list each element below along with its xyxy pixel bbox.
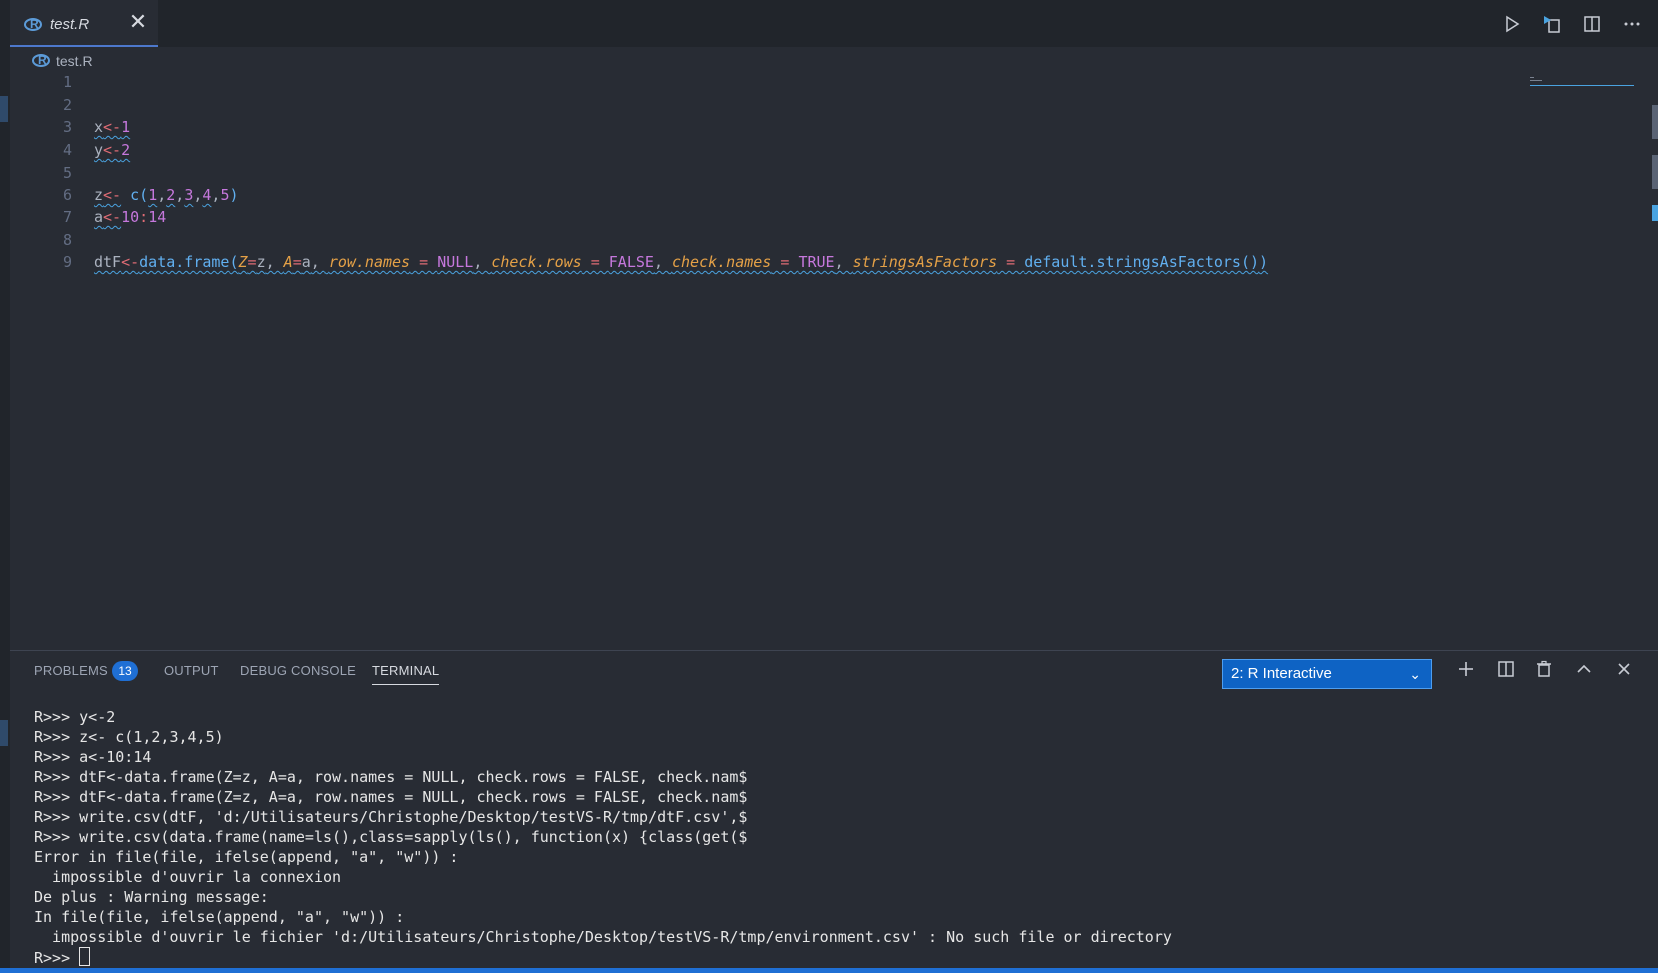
line-number: 8 <box>62 231 72 249</box>
new-terminal-icon[interactable] <box>1454 660 1478 684</box>
code-line: 6 z<- c(1,2,3,4,5) <box>10 183 1590 207</box>
bottom-panel: PROBLEMS 13 OUTPUT DEBUG CONSOLE TERMINA… <box>10 650 1658 973</box>
terminal-line: R>>> y<-2 <box>34 708 116 726</box>
code-line: 1 <box>10 70 1590 94</box>
scroll-thumb[interactable] <box>1652 105 1658 139</box>
token: a<- <box>94 208 122 226</box>
line-number: 6 <box>62 186 72 204</box>
activity-strip <box>0 0 10 973</box>
line-number: 9 <box>62 253 72 271</box>
split-editor-icon[interactable] <box>1578 10 1606 38</box>
terminal-line: R>>> a<-10:14 <box>34 748 152 766</box>
line-number: 5 <box>62 164 72 182</box>
tab-test-r[interactable]: test.R ✕ <box>10 0 158 47</box>
breadcrumb-file[interactable]: test.R <box>56 53 93 69</box>
code-line: 4 y<-2 <box>10 138 1590 162</box>
line-number: 7 <box>62 208 72 226</box>
terminal-line: impossible d'ouvrir le fichier 'd:/Utili… <box>34 928 1172 946</box>
terminal-line: R>>> z<- c(1,2,3,4,5) <box>34 728 224 746</box>
terminal-line: In file(file, ifelse(append, "a", "w")) … <box>34 908 405 926</box>
chevron-down-icon: ⌄ <box>1409 666 1421 682</box>
problems-count-badge: 13 <box>112 661 138 681</box>
terminal-select-value: 2: R Interactive <box>1231 665 1332 682</box>
token: y <box>94 141 104 159</box>
run-file-icon[interactable] <box>1538 10 1566 38</box>
code-text: dtF<-data.frame(Z=z, A=a, row.names = NU… <box>94 253 1269 271</box>
terminal-line: De plus : Warning message: <box>34 888 269 906</box>
line-number: 4 <box>62 141 72 159</box>
token: c <box>130 186 140 204</box>
token: z<- <box>94 186 122 204</box>
code-line: 5 <box>10 161 1590 185</box>
vertical-scrollbar[interactable] <box>1650 75 1658 650</box>
trash-icon[interactable] <box>1532 660 1556 684</box>
line-number: 3 <box>62 118 72 136</box>
chevron-up-icon[interactable] <box>1572 660 1596 684</box>
terminal-output[interactable]: R>>> y<-2 R>>> z<- c(1,2,3,4,5) R>>> a<-… <box>34 707 1634 967</box>
tab-problems[interactable]: PROBLEMS <box>34 663 108 678</box>
terminal-line: R>>> dtF<-data.frame(Z=z, A=a, row.names… <box>34 768 748 786</box>
code-text: z<- c(1,2,3,4,5) <box>94 186 239 204</box>
terminal-line: R>>> write.csv(dtF, 'd:/Utilisateurs/Chr… <box>34 808 748 826</box>
token: 1 <box>121 118 131 136</box>
terminal-line: R>>> write.csv(data.frame(name=ls(),clas… <box>34 828 748 846</box>
code-line: 2 <box>10 93 1590 117</box>
terminal-prompt: R>>> <box>34 949 80 967</box>
token: <- <box>103 141 122 159</box>
terminal-line: R>>> dtF<-data.frame(Z=z, A=a, row.names… <box>34 788 748 806</box>
code-line: 3 x<-1 <box>10 115 1590 139</box>
editor-actions <box>1498 10 1646 38</box>
token: <- <box>103 118 122 136</box>
editor-tab-bar: test.R ✕ <box>10 0 1658 47</box>
terminal-prompt-line[interactable]: R>>> <box>34 947 1634 967</box>
tab-output[interactable]: OUTPUT <box>164 663 219 678</box>
token: x <box>94 118 104 136</box>
r-language-icon <box>32 53 50 67</box>
scroll-marker <box>1652 205 1658 221</box>
status-bar <box>0 968 1658 973</box>
code-editor[interactable]: 1 2 3 x<-1 4 y<-2 5 6 z<- c(1,2,3,4,5) 7… <box>10 73 1658 650</box>
r-language-icon <box>24 17 42 31</box>
close-panel-icon[interactable] <box>1612 660 1636 684</box>
split-terminal-icon[interactable] <box>1494 660 1518 684</box>
code-line: 8 <box>10 228 1590 252</box>
terminal-line: impossible d'ouvrir la connexion <box>34 868 342 886</box>
code-text: x<-1 <box>94 115 130 139</box>
tab-terminal[interactable]: TERMINAL <box>372 663 440 685</box>
line-number: 1 <box>62 73 72 91</box>
panel-tab-bar: PROBLEMS 13 OUTPUT DEBUG CONSOLE TERMINA… <box>10 651 1658 691</box>
strip-marker <box>0 96 8 122</box>
line-number: 2 <box>62 96 72 114</box>
scroll-marker <box>1652 155 1658 189</box>
terminal-cursor <box>79 947 91 966</box>
tab-label: test.R <box>50 16 90 33</box>
strip-marker <box>0 720 8 746</box>
tab-debug-console[interactable]: DEBUG CONSOLE <box>240 663 356 678</box>
terminal-select[interactable]: 2: R Interactive ⌄ <box>1222 659 1432 689</box>
run-icon[interactable] <box>1498 10 1526 38</box>
code-line: 7 a<-10:14 <box>10 205 1590 229</box>
minimap[interactable] <box>1530 75 1648 115</box>
close-tab-icon[interactable]: ✕ <box>128 10 148 34</box>
more-actions-icon[interactable] <box>1618 10 1646 38</box>
code-line: 9 dtF<-data.frame(Z=z, A=a, row.names = … <box>10 250 1590 274</box>
code-text: a<-10:14 <box>94 208 167 226</box>
terminal-line: Error in file(file, ifelse(append, "a", … <box>34 848 459 866</box>
token: 2 <box>121 141 131 159</box>
code-text: y<-2 <box>94 138 130 162</box>
